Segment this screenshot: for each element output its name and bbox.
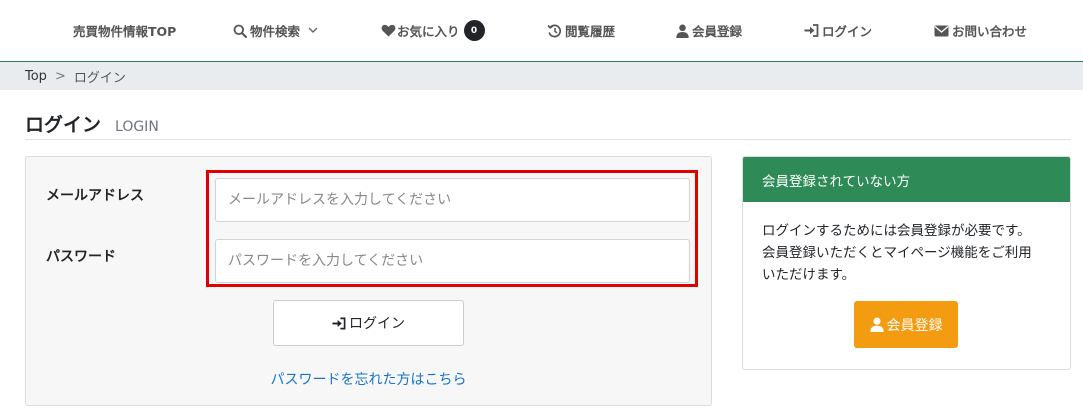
chevron-down-icon [308,27,318,34]
login-button-label: ログイン [349,316,405,332]
heart-icon [381,24,396,37]
register-button-label: 会員登録 [886,317,943,334]
nav-item-contact[interactable]: お問い合わせ [934,0,1027,61]
nav-item-label: お気に入り [397,24,460,39]
email-field[interactable] [215,178,690,222]
favorites-count-badge: 0 [463,20,485,41]
login-form-card: メールアドレス パスワード ログイン パスワードを忘れた方はこちら [25,156,712,406]
email-label: メールアドレス [46,188,144,204]
register-card-header: 会員登録されていない方 [743,157,1070,202]
password-field[interactable] [215,239,690,283]
login-button[interactable]: ログイン [273,300,464,346]
sign-in-icon [804,24,819,37]
envelope-icon [934,25,949,37]
top-navigation: 売買物件情報TOP 物件検索 お気に入り 0 閲覧履歴 会員登録 ログイン お問… [0,0,1083,62]
nav-item-label: ログイン [822,24,873,39]
password-label: パスワード [46,249,116,265]
history-icon [547,24,562,38]
page-subtitle: LOGIN [115,119,159,135]
nav-item-favorites[interactable]: お気に入り 0 [381,0,485,61]
user-icon [869,317,884,332]
nav-item-label: 閲覧履歴 [565,24,616,39]
nav-item-login[interactable]: ログイン [804,0,872,61]
search-icon [233,24,247,38]
page-title: ログイン [25,114,102,136]
register-button[interactable]: 会員登録 [854,301,958,348]
page-title-row: ログイン LOGIN [25,110,1071,140]
forgot-password-link[interactable]: パスワードを忘れた方はこちら [26,369,711,389]
nav-item-label: 会員登録 [692,24,743,39]
nav-item-top[interactable]: 売買物件情報TOP [73,0,176,61]
register-description-line: 会員登録いただくとマイページ機能をご利用 [762,245,1032,261]
register-card-body: ログインするためには会員登録が必要です。 会員登録いただくとマイページ機能をご利… [743,202,1070,286]
nav-item-label: 物件検索 [250,24,301,39]
nav-item-history[interactable]: 閲覧履歴 [547,0,615,61]
sign-in-icon [332,317,346,330]
nav-item-register[interactable]: 会員登録 [676,0,742,61]
breadcrumb-home-link[interactable]: Top [25,69,47,84]
nav-item-search[interactable]: 物件検索 [233,0,318,61]
user-icon [676,24,689,38]
register-description-line: いただけます。 [762,267,856,283]
nav-item-label: 売買物件情報TOP [73,24,177,39]
nav-item-label: お問い合わせ [952,24,1028,39]
breadcrumb-separator: > [54,68,66,84]
breadcrumb: Top > ログイン [0,62,1083,90]
register-description-line: ログインするためには会員登録が必要です。 [762,223,1031,239]
breadcrumb-current: ログイン [73,70,126,86]
register-card: 会員登録されていない方 ログインするためには会員登録が必要です。 会員登録いただ… [742,156,1071,370]
